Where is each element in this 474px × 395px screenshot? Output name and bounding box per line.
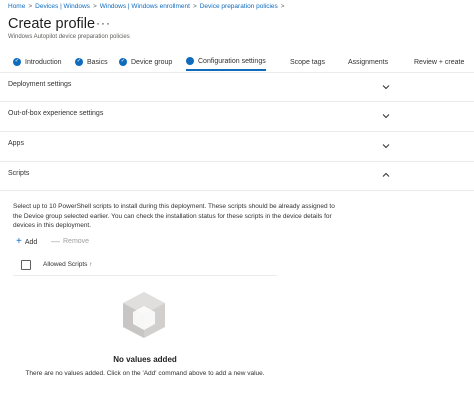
divider <box>0 190 474 191</box>
section-label: Out-of-box experience settings <box>8 110 104 117</box>
table-header-divider <box>13 275 277 276</box>
breadcrumb-device-preparation-policies[interactable]: Device preparation policies <box>200 3 278 10</box>
section-apps[interactable]: Apps <box>0 132 400 160</box>
tab-label: Configuration settings <box>198 57 266 65</box>
current-step-icon <box>186 57 194 65</box>
breadcrumb-devices-windows[interactable]: Devices | Windows <box>35 3 90 10</box>
tab-configuration-settings[interactable]: Configuration settings <box>186 53 266 71</box>
section-deployment-settings[interactable]: Deployment settings <box>0 73 400 101</box>
checkmark-icon: ✓ <box>75 58 83 66</box>
breadcrumb-separator: > <box>192 3 197 10</box>
section-oobe-settings[interactable]: Out-of-box experience settings <box>0 102 400 130</box>
chevron-down-icon <box>382 114 390 119</box>
breadcrumb-home[interactable]: Home <box>8 3 25 10</box>
breadcrumb-separator: > <box>28 3 33 10</box>
section-label: Apps <box>8 140 24 147</box>
tab-label: Assignments <box>348 58 389 66</box>
tab-label: Introduction <box>25 58 62 66</box>
page-subtitle: Windows Autopilot device preparation pol… <box>8 34 130 40</box>
scripts-description: Select up to 10 PowerShell scripts to in… <box>13 203 335 229</box>
select-all-checkbox[interactable] <box>21 260 31 270</box>
chevron-down-icon <box>382 144 390 149</box>
empty-state-title: No values added <box>113 355 177 364</box>
tab-review-create[interactable]: Review + create <box>414 53 464 71</box>
breadcrumb-windows-enrollment[interactable]: Windows | Windows enrollment <box>100 3 190 10</box>
empty-box-icon <box>123 292 165 338</box>
page-title: Create profile <box>8 16 96 32</box>
chevron-down-icon <box>382 85 390 90</box>
breadcrumb-separator: > <box>92 3 97 10</box>
tab-scope-tags[interactable]: Scope tags <box>290 53 325 71</box>
tab-device-group[interactable]: ✓ Device group <box>119 53 172 71</box>
tab-introduction[interactable]: ✓ Introduction <box>13 53 62 71</box>
remove-button[interactable]: — Remove <box>51 237 89 246</box>
breadcrumb: Home > Devices | Windows > Windows | Windows… <box>8 3 288 10</box>
column-header-allowed-scripts[interactable]: Allowed Scripts ↑ <box>43 261 93 268</box>
checkmark-icon: ✓ <box>13 58 21 66</box>
section-label: Scripts <box>8 170 30 177</box>
checkmark-icon: ✓ <box>119 58 127 66</box>
plus-icon: + <box>16 236 22 247</box>
breadcrumb-separator: > <box>280 3 285 10</box>
tab-label: Basics <box>87 58 108 66</box>
more-options-button[interactable]: ··· <box>96 16 111 30</box>
tab-label: Device group <box>131 58 173 66</box>
remove-label: Remove <box>63 238 90 245</box>
tab-assignments[interactable]: Assignments <box>348 53 388 71</box>
section-scripts[interactable]: Scripts <box>0 162 400 190</box>
add-label: Add <box>24 238 38 246</box>
add-button[interactable]: + Add <box>16 237 37 247</box>
wizard-tabs: ✓ Introduction ✓ Basics ✓ Device group C… <box>0 53 474 71</box>
minus-icon: — <box>51 236 60 246</box>
tab-label: Review + create <box>414 58 465 66</box>
chevron-up-icon <box>382 172 390 177</box>
tab-basics[interactable]: ✓ Basics <box>75 53 108 71</box>
empty-state-text: There are no values added. Click on the … <box>25 370 265 377</box>
section-label: Deployment settings <box>8 81 72 88</box>
tab-label: Scope tags <box>290 58 326 66</box>
